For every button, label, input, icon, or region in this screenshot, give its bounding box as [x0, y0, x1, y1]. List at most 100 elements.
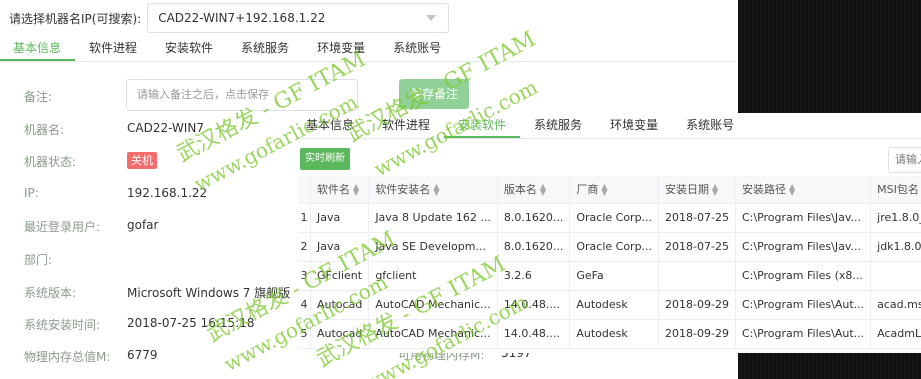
ip-value: 192.168.1.22: [127, 186, 208, 200]
sort-icon[interactable]: ▲ ▼: [540, 183, 546, 197]
cell-version: 14.0.48....: [497, 290, 571, 320]
cell-vendor: Autodesk: [569, 290, 660, 320]
popup-tab-system-services[interactable]: 系统服务: [520, 113, 596, 138]
cell-install-date: 2018-09-29: [658, 319, 736, 349]
cell-version: 8.0.1620...: [497, 232, 571, 262]
sort-icon[interactable]: ▲ ▼: [353, 183, 359, 197]
sort-icon[interactable]: ▲ ▼: [789, 183, 795, 197]
col-header-name[interactable]: 软件名 ▲ ▼: [310, 176, 370, 204]
os-version-label: 系统版本:: [24, 286, 77, 300]
cell-install-path: C:\Program Files\Jav...: [735, 232, 872, 262]
machine-selector-label: 请选择机器名IP(可搜索):: [9, 11, 142, 26]
table-row[interactable]: 5 Autocad AutoCAD Mechanic... 14.0.48...…: [298, 319, 921, 349]
col-header-vendor[interactable]: 厂商 ▲ ▼: [569, 176, 660, 204]
tab-system-accounts[interactable]: 系统账号: [379, 36, 455, 61]
popup-tab-env-vars[interactable]: 环境变量: [596, 113, 672, 138]
install-time-label: 系统安装时间:: [24, 318, 101, 332]
sort-icon[interactable]: ▲ ▼: [601, 183, 607, 197]
row-index: 4: [298, 290, 311, 320]
row-index: 1: [298, 203, 311, 233]
col-header-install-name[interactable]: 软件安装名 ▲ ▼: [368, 176, 498, 204]
cell-install-date: 2018-07-25: [658, 232, 736, 262]
app-window: 请选择机器名IP(可搜索): CAD22-WIN7+192.168.1.22 基…: [0, 0, 921, 379]
sort-icon[interactable]: ▲ ▼: [712, 183, 718, 197]
cell-install-name: AutoCAD Mechanic...: [368, 290, 498, 320]
cell-install-date: [658, 261, 736, 291]
cell-software-name: Java: [310, 203, 370, 233]
cell-vendor: Oracle Corp...: [569, 232, 660, 262]
col-header-install-path[interactable]: 安装路径 ▲ ▼: [735, 176, 872, 204]
popup-tab-processes[interactable]: 软件进程: [368, 113, 444, 138]
tab-basic-info[interactable]: 基本信息: [0, 36, 76, 61]
last-user-value: gofar: [127, 218, 159, 232]
status-badge: 关机: [127, 152, 157, 169]
table-row[interactable]: 4 Autocad AutoCAD Mechanic... 14.0.48...…: [298, 290, 921, 320]
cell-install-name: AutoCAD Mechanic...: [368, 319, 498, 349]
cell-install-name: Java 8 Update 162 ...: [368, 203, 498, 233]
col-header-msi[interactable]: MSI包名▲▼: [870, 176, 921, 204]
cell-msi: [870, 261, 921, 291]
ip-label: IP:: [24, 186, 39, 200]
popup-tabs: 基本信息 软件进程 安装软件 系统服务 环境变量 系统账号: [298, 113, 921, 139]
install-time-value: 2018-07-25 16:15:18: [127, 316, 255, 330]
tab-env-vars[interactable]: 环境变量: [303, 36, 379, 61]
cell-vendor: Autodesk: [569, 319, 660, 349]
col-header-index: [298, 176, 311, 204]
tab-installed-software[interactable]: 安装软件: [151, 36, 227, 61]
main-tabs: 基本信息 软件进程 安装软件 系统服务 环境变量 系统账号: [0, 36, 736, 62]
cell-software-name: GFclient: [310, 261, 370, 291]
cell-install-path: C:\Program Files (x8...: [735, 261, 872, 291]
cell-install-date: 2018-09-29: [658, 290, 736, 320]
machine-selector-row: 请选择机器名IP(可搜索): CAD22-WIN7+192.168.1.22: [0, 0, 736, 36]
popup-tab-system-accounts[interactable]: 系统账号: [672, 113, 748, 138]
row-index: 2: [298, 232, 311, 262]
table-row[interactable]: 1 Java Java 8 Update 162 ... 8.0.1620...…: [298, 203, 921, 233]
machine-status-label: 机器状态:: [24, 155, 77, 169]
cell-version: 3.2.6: [497, 261, 571, 291]
software-table: 软件名 ▲ ▼ 软件安装名 ▲ ▼ 版本名 ▲ ▼ 厂商 ▲ ▼ 安装日期 ▲ ▼ 安装路径 ▲ ▼ M…: [298, 176, 921, 349]
col-header-install-date[interactable]: 安装日期 ▲ ▼: [658, 176, 736, 204]
cell-install-date: 2018-07-25: [658, 203, 736, 233]
note-label: 备注:: [24, 90, 53, 104]
cell-software-name: Autocad: [310, 319, 370, 349]
machine-selector[interactable]: CAD22-WIN7+192.168.1.22: [147, 3, 450, 33]
cell-software-name: Autocad: [310, 290, 370, 320]
cell-vendor: GeFa: [569, 261, 660, 291]
cell-install-name: gfclient: [368, 261, 498, 291]
search-input[interactable]: 请输入: [888, 147, 921, 173]
cell-vendor: Oracle Corp...: [569, 203, 660, 233]
table-row[interactable]: 2 Java Java SE Developm... 8.0.1620... O…: [298, 232, 921, 262]
row-index: 5: [298, 319, 311, 349]
cell-version: 14.0.48....: [497, 319, 571, 349]
table-row[interactable]: 3 GFclient gfclient 3.2.6 GeFa C:\Progra…: [298, 261, 921, 291]
cell-install-name: Java SE Developm...: [368, 232, 498, 262]
tab-system-services[interactable]: 系统服务: [227, 36, 303, 61]
cell-version: 8.0.1620...: [497, 203, 571, 233]
table-header-row: 软件名 ▲ ▼ 软件安装名 ▲ ▼ 版本名 ▲ ▼ 厂商 ▲ ▼ 安装日期 ▲ ▼ 安装路径 ▲ ▼ M…: [298, 176, 921, 204]
sort-icon[interactable]: ▲ ▼: [433, 183, 439, 197]
cell-install-path: C:\Program Files\Aut...: [735, 290, 872, 320]
tab-processes[interactable]: 软件进程: [75, 36, 151, 61]
installed-software-panel: 基本信息 软件进程 安装软件 系统服务 环境变量 系统账号 实时刷新 请输入 软…: [298, 113, 921, 353]
note-input[interactable]: 请输入备注之后，点击保存: [126, 79, 358, 111]
cell-install-path: C:\Program Files\Aut...: [735, 319, 872, 349]
save-note-button[interactable]: 保存备注: [399, 79, 469, 109]
machine-name-value: CAD22-WIN7: [127, 121, 204, 135]
cell-msi: jre1.8.0_16...: [870, 203, 921, 233]
last-user-label: 最近登录用户:: [24, 220, 101, 234]
cell-msi: jdk1.8.0_16...: [870, 232, 921, 262]
cell-install-path: C:\Program Files\Jav...: [735, 203, 872, 233]
col-header-version[interactable]: 版本名 ▲ ▼: [497, 176, 571, 204]
department-label: 部门:: [24, 253, 53, 267]
memory-total-label: 物理内存总值M:: [24, 350, 111, 364]
row-index: 3: [298, 261, 311, 291]
popup-tab-basic-info[interactable]: 基本信息: [298, 113, 368, 138]
machine-selector-value: CAD22-WIN7+192.168.1.22: [158, 11, 326, 25]
popup-tab-installed-software[interactable]: 安装软件: [444, 113, 521, 138]
os-version-value: Microsoft Windows 7 旗舰版: [127, 286, 291, 300]
cell-software-name: Java: [310, 232, 370, 262]
cell-msi: AcadmLP.msi: [870, 319, 921, 349]
chevron-down-icon[interactable]: [426, 15, 437, 21]
memory-total-value: 6779: [127, 348, 158, 362]
refresh-button[interactable]: 实时刷新: [300, 148, 350, 170]
